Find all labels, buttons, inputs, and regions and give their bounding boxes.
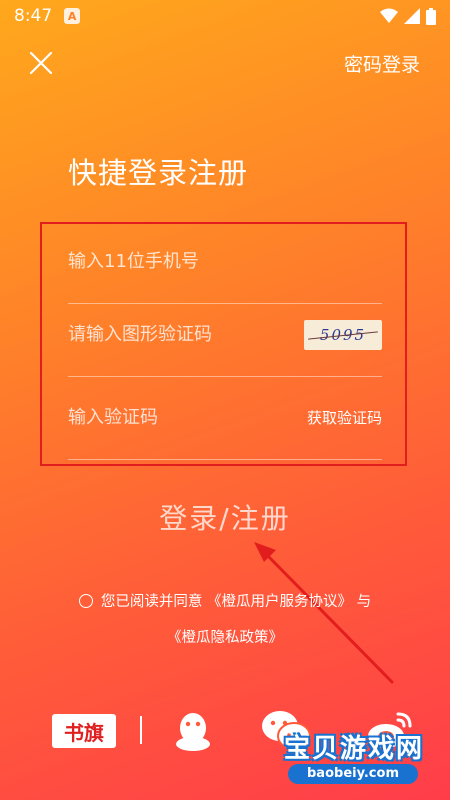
agreement-line: 您已阅读并同意 《橙瓜用户服务协议》 与 (0, 590, 450, 611)
get-code-button[interactable]: 获取验证码 (307, 407, 382, 428)
wifi-icon (380, 8, 398, 24)
captcha-image[interactable]: 5095 (304, 319, 382, 350)
status-time: 8:47 (14, 6, 53, 26)
privacy-policy-link[interactable]: 《橙瓜隐私政策》 (0, 626, 450, 647)
captcha-field-row: 5095 (68, 293, 382, 377)
weibo-icon[interactable] (366, 708, 414, 750)
battery-icon (426, 7, 436, 25)
notification-icon: A (64, 8, 81, 24)
status-left: 8:47 A (14, 6, 81, 26)
status-right (380, 7, 436, 25)
wechat-icon[interactable] (260, 708, 312, 754)
close-button[interactable] (26, 48, 56, 78)
shuqi-icon[interactable]: 书旗 (52, 714, 116, 748)
agree-radio[interactable] (78, 594, 93, 608)
shuqi-label: 书旗 (64, 720, 104, 745)
divider (140, 716, 142, 744)
close-icon (29, 51, 53, 75)
captcha-image-text: 5095 (319, 325, 367, 344)
signal-icon (404, 8, 420, 24)
phone-input[interactable] (68, 251, 288, 272)
qq-icon[interactable] (170, 708, 216, 754)
page-title: 快捷登录注册 (68, 156, 249, 190)
code-field-row: 获取验证码 (68, 376, 382, 460)
social-login-row: 书旗 (0, 700, 450, 760)
login-register-button[interactable]: 登录/注册 (125, 490, 325, 544)
agreement-conjunction: 与 (356, 594, 372, 610)
status-bar: 8:47 A (0, 0, 450, 32)
watermark-url: baobeiy.com (288, 764, 418, 784)
password-login-link[interactable]: 密码登录 (344, 50, 420, 77)
phone-field-row (68, 220, 382, 304)
agreement-prefix: 您已阅读并同意 (100, 594, 203, 610)
captcha-input[interactable] (68, 324, 288, 345)
verification-code-input[interactable] (68, 407, 288, 428)
service-agreement-link[interactable]: 《橙瓜用户服务协议》 (207, 594, 352, 610)
